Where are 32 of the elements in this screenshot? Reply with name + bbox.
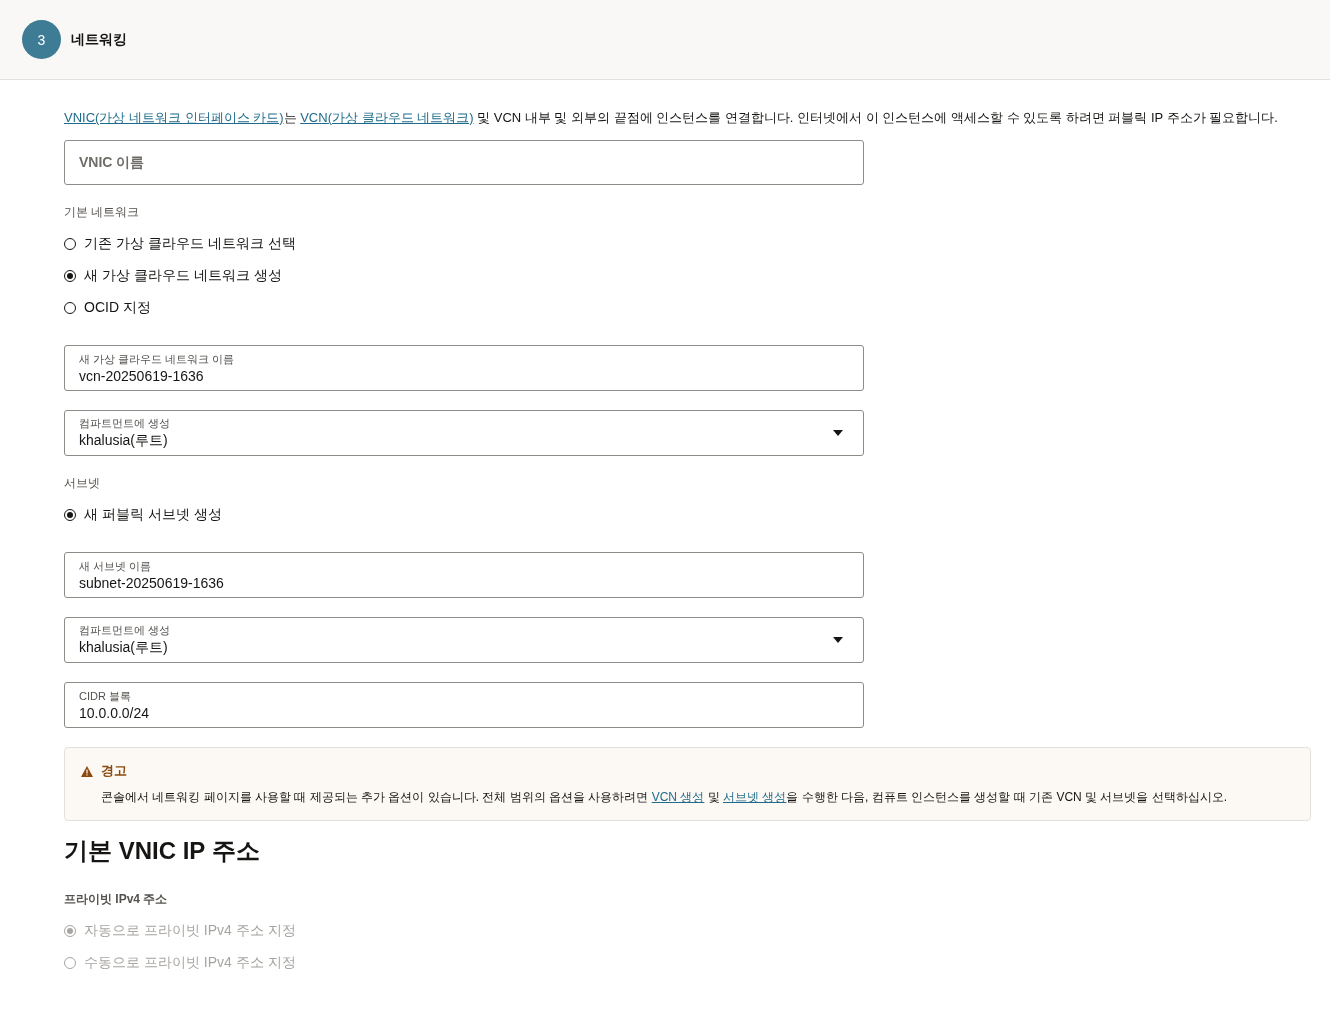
input-field[interactable]: 새 서브넷 이름 subnet-20250619-1636 [64,552,864,598]
radio-label: OCID 지정 [84,299,151,317]
link[interactable]: 서브넷 생성 [723,790,787,804]
group-label: 프라이빗 IPv4 주소 [64,891,168,908]
step-badge: 3 [22,20,61,59]
radio-label: 자동으로 프라이빗 IPv4 주소 지정 [84,922,296,940]
step-title: 네트워킹 [71,30,127,49]
radio-option[interactable]: 새 가상 클라우드 네트워크 생성 [64,265,282,287]
radio-label: 새 가상 클라우드 네트워크 생성 [84,267,282,285]
caret-icon [833,430,843,436]
group-label: 기본 네트워크 [64,204,140,221]
radio-option[interactable]: OCID 지정 [64,297,151,319]
warning-title: 경고 [101,762,127,780]
warning-message: 콘솔에서 네트워킹 페이지를 사용할 때 제공되는 추가 옵션이 있습니다. 전체 범위의 옵션을 사용하려면 VCN 생성 및 서브넷 생성을 수행한 다음, 컴퓨트 인스턴스를 생성할 때 기존 VCN 및 서브넷을 선택하십시오. [101,789,1229,806]
description: VNIC(가상 네트워크 인터페이스 카드)는 VCN(가상 클라우드 네트워크) 및 VCN 내부 및 외부의 끝점에 인스턴스를 연결합니다. 인터넷에서 이 인스턴스에 액세스할 수 있도록 하려면 퍼블릭 IP 주소가 필요합니다. [64,109,1279,127]
link[interactable]: VCN 생성 [651,790,705,804]
section-heading: 기본 VNIC IP 주소 [64,836,260,866]
select-field[interactable]: 컴파트먼트에 생성 khalusia(루트) [64,410,864,456]
input-field[interactable]: CIDR 블록 10.0.0.0/24 [64,682,864,728]
radio-option[interactable]: 기존 가상 클라우드 네트워크 선택 [64,233,296,255]
radio-label: 새 퍼블릭 서브넷 생성 [84,506,222,524]
group-label: 서브넷 [64,475,100,492]
caret-icon [833,637,843,643]
radio-option[interactable]: 새 퍼블릭 서브넷 생성 [64,504,222,526]
link[interactable]: VCN(가상 클라우드 네트워크) [300,110,474,125]
radio-label: 수동으로 프라이빗 IPv4 주소 지정 [84,954,296,972]
select-field[interactable]: 컴파트먼트에 생성 khalusia(루트) [64,617,864,663]
input-field[interactable]: VNIC 이름 [64,140,864,185]
link[interactable]: VNIC(가상 네트워크 인터페이스 카드) [64,110,284,125]
radio-label: 기존 가상 클라우드 네트워크 선택 [84,235,296,253]
warning-icon [81,765,93,777]
input-field[interactable]: 새 가상 클라우드 네트워크 이름 vcn-20250619-1636 [64,345,864,391]
